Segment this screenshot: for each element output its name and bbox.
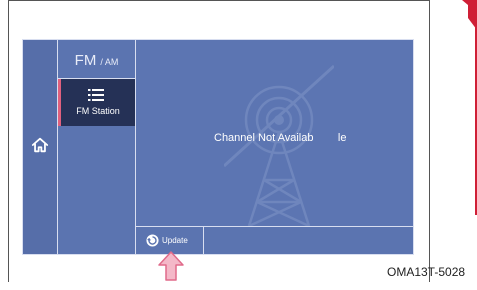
radio-tower-icon xyxy=(224,64,334,226)
figure-caption: OMA13T-5028 xyxy=(387,265,466,279)
fm-station-label: FM Station xyxy=(76,106,120,116)
home-column xyxy=(23,40,58,254)
refresh-icon xyxy=(146,234,159,247)
side-tab-marker xyxy=(444,0,477,215)
arrow-up-icon xyxy=(158,251,184,281)
fm-station-button[interactable]: FM Station xyxy=(58,79,135,126)
list-icon xyxy=(88,89,104,101)
return-icon xyxy=(452,39,465,50)
source-column: FM / AM FM Station xyxy=(58,40,136,254)
update-button[interactable]: Update xyxy=(136,227,204,254)
source-fm-label: FM xyxy=(74,52,97,69)
main-panel: Channel Not Availab le xyxy=(136,40,413,227)
bottom-bar: Update xyxy=(136,227,413,254)
infotainment-screen: FM / AM FM Station Channel Not Availab l… xyxy=(22,39,414,255)
home-icon[interactable] xyxy=(31,136,49,154)
source-tab-fm-am[interactable]: FM / AM xyxy=(58,40,135,78)
frame-gap xyxy=(0,282,16,290)
update-label: Update xyxy=(162,236,188,245)
source-am-label: / AM xyxy=(100,57,119,67)
channel-status-message: Channel Not Availab le xyxy=(214,132,347,144)
